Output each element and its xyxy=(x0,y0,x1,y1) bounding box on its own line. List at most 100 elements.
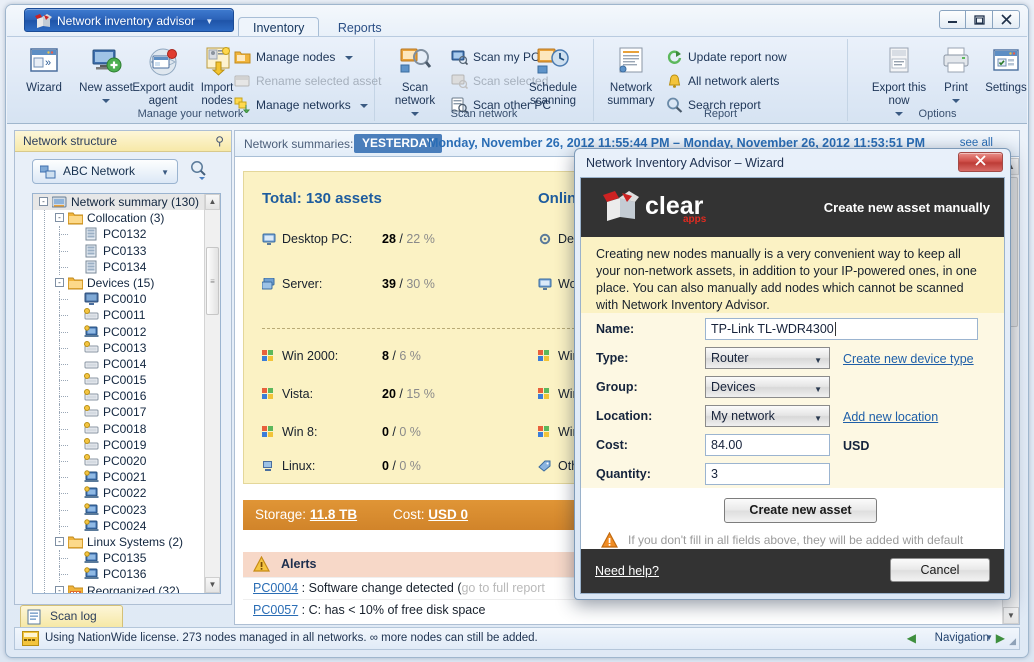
network-tree[interactable]: - Network summary (130) - Collocation (3) PC… xyxy=(32,193,221,594)
ribbon-button-wizard[interactable]: » Wizard xyxy=(13,42,75,95)
scroll-up-arrow[interactable]: ▲ xyxy=(205,194,220,210)
dialog-close-button[interactable] xyxy=(958,152,1003,172)
tab-reports[interactable]: Reports xyxy=(324,18,396,38)
tab-inventory[interactable]: Inventory xyxy=(238,17,320,37)
tree-node[interactable]: PC0022 xyxy=(33,485,204,502)
ribbon-button-settings[interactable]: Settings xyxy=(978,42,1028,95)
tree-node[interactable]: PC0018 xyxy=(33,420,204,437)
tree-node-label: PC0023 xyxy=(103,502,147,517)
scroll-thumb[interactable]: ≡ xyxy=(206,247,219,315)
tree-node[interactable]: PC0132 xyxy=(33,226,204,243)
find-network-button[interactable] xyxy=(187,159,213,183)
create-new-device-type-link[interactable]: Create new device type xyxy=(843,352,974,366)
add-new-location-link[interactable]: Add new location xyxy=(843,410,938,424)
ribbon-button-manage-nodes[interactable]: Manage nodes xyxy=(233,47,353,68)
tree-scrollbar[interactable]: ▲ ≡ ▼ xyxy=(204,194,220,593)
tree-node[interactable]: PC0012 xyxy=(33,323,204,340)
scroll-down-arrow[interactable]: ▼ xyxy=(1003,607,1019,624)
device-offline-icon xyxy=(84,437,99,452)
ribbon-button-all-network-alerts[interactable]: All network alerts xyxy=(665,71,779,92)
tree-node[interactable]: PC0010 xyxy=(33,291,204,308)
chevron-down-icon xyxy=(102,98,110,103)
chevron-down-icon[interactable]: ▼ xyxy=(985,633,993,642)
group-select[interactable]: Devices ▼ xyxy=(705,376,830,398)
pin-icon[interactable]: ⚲ xyxy=(215,134,224,148)
ribbon-group-title-options: Options xyxy=(918,108,957,120)
tree-expander[interactable]: - xyxy=(55,213,64,223)
tree-expander[interactable]: - xyxy=(39,197,48,206)
tree-expander[interactable]: - xyxy=(55,536,64,546)
tree-node[interactable]: PC0133 xyxy=(33,242,204,259)
alert-node-link[interactable]: PC0004 xyxy=(253,581,298,595)
storage-value[interactable]: 11.8 TB xyxy=(310,507,357,522)
tree-node-label: PC0134 xyxy=(103,259,147,274)
tree-node[interactable]: PC0013 xyxy=(33,339,204,356)
laptop-icon xyxy=(84,519,99,533)
cost-field[interactable]: 84.00 xyxy=(705,434,830,456)
tree-node[interactable]: PC0136 xyxy=(33,566,204,583)
scan-log-tab[interactable]: Scan log xyxy=(20,605,123,627)
ribbon-tabs: Inventory Reports xyxy=(238,17,396,37)
tree-node[interactable]: - Devices (15) xyxy=(33,275,204,291)
stat-value: 28 / 22 % xyxy=(382,232,435,246)
tree-node-label: PC0022 xyxy=(103,486,147,501)
tree-node[interactable]: PC0011 xyxy=(33,307,204,324)
minimize-button[interactable] xyxy=(939,10,966,29)
ribbon-button-rename-selected-asset[interactable]: Rename selected asset xyxy=(233,71,381,92)
tree-node[interactable]: - Network summary (130) xyxy=(33,194,204,211)
linux-icon xyxy=(262,460,276,473)
arrow-right-icon[interactable]: ▶ xyxy=(996,631,1005,645)
scroll-down-arrow[interactable]: ▼ xyxy=(205,577,220,593)
alert-node-link[interactable]: PC0057 xyxy=(253,603,298,617)
alert-report-link[interactable]: go to full report xyxy=(461,581,544,595)
ribbon-button-update-report-now[interactable]: Update report now xyxy=(665,47,787,68)
tree-expander[interactable]: - xyxy=(55,585,64,593)
network-structure-panel: Network structure ⚲ ABC Network ▼ - Netwo… xyxy=(14,130,232,605)
tree-node[interactable]: PC0023 xyxy=(33,501,204,518)
location-select[interactable]: My network ▼ xyxy=(705,405,830,427)
stat-value: 0 / 0 % xyxy=(382,425,421,439)
tree-node[interactable]: PC0016 xyxy=(33,388,204,405)
cost-value[interactable]: USD 0 xyxy=(428,507,468,522)
tree-node[interactable]: PC0020 xyxy=(33,453,204,469)
tree-node[interactable]: - Linux Systems (2) xyxy=(33,534,204,550)
alert-row[interactable]: PC0057 : C: has < 10% of free disk space xyxy=(243,599,999,621)
need-help-link[interactable]: Need help? xyxy=(595,564,659,578)
ribbon-button-print[interactable]: Print xyxy=(934,42,978,108)
tree-node[interactable]: PC0021 xyxy=(33,469,204,486)
name-field[interactable]: TP-Link TL-WDR4300 xyxy=(705,318,978,340)
tree-expander[interactable]: - xyxy=(55,277,64,287)
tree-node[interactable]: PC0019 xyxy=(33,436,204,453)
ribbon-label-update-report-now: Update report now xyxy=(688,50,787,64)
quantity-field[interactable]: 3 xyxy=(705,463,830,485)
tree-node[interactable]: PC0134 xyxy=(33,258,204,275)
server-icon xyxy=(84,227,99,241)
arrow-left-icon[interactable]: ◀ xyxy=(907,631,916,645)
type-select[interactable]: Router ▼ xyxy=(705,347,830,369)
app-menu-button[interactable]: Network inventory advisor ▼ xyxy=(24,8,235,32)
resize-grip[interactable]: ◢ xyxy=(1009,636,1016,647)
ribbon-button-schedule-scanning[interactable]: Schedule scanning xyxy=(517,42,589,108)
window-frame: Network inventory advisor ▼ Inventory Re… xyxy=(5,4,1029,658)
ribbon-button-network-summary[interactable]: Network summary xyxy=(600,42,662,108)
tree-node[interactable]: PC0015 xyxy=(33,372,204,389)
create-new-asset-button[interactable]: Create new asset xyxy=(724,498,877,523)
location-label: Location: xyxy=(596,409,653,423)
tree-node[interactable]: PC0024 xyxy=(33,517,204,534)
ribbon-button-new-asset[interactable]: New asset xyxy=(75,42,137,108)
ribbon-button-export-audit-agent[interactable]: Export audit agent xyxy=(130,42,196,108)
tree-node[interactable]: - Collocation (3) xyxy=(33,210,204,226)
cancel-button[interactable]: Cancel xyxy=(890,558,990,582)
group-select-value: Devices xyxy=(711,380,756,394)
navigation-label[interactable]: Navigation xyxy=(935,632,989,644)
tree-node[interactable]: PC0135 xyxy=(33,550,204,567)
tree-node[interactable]: PC0014 xyxy=(33,355,204,372)
maximize-button[interactable] xyxy=(966,10,993,29)
ribbon-group-options: Export this now Print Settings Options xyxy=(848,39,1027,121)
close-button[interactable] xyxy=(993,10,1020,29)
ribbon-label-rename-selected-asset: Rename selected asset xyxy=(256,74,382,88)
network-select[interactable]: ABC Network ▼ xyxy=(32,159,178,184)
chevron-down-icon: ▼ xyxy=(205,16,214,26)
tree-node[interactable]: - Reorganized (32) xyxy=(33,583,204,593)
tree-node[interactable]: PC0017 xyxy=(33,404,204,421)
